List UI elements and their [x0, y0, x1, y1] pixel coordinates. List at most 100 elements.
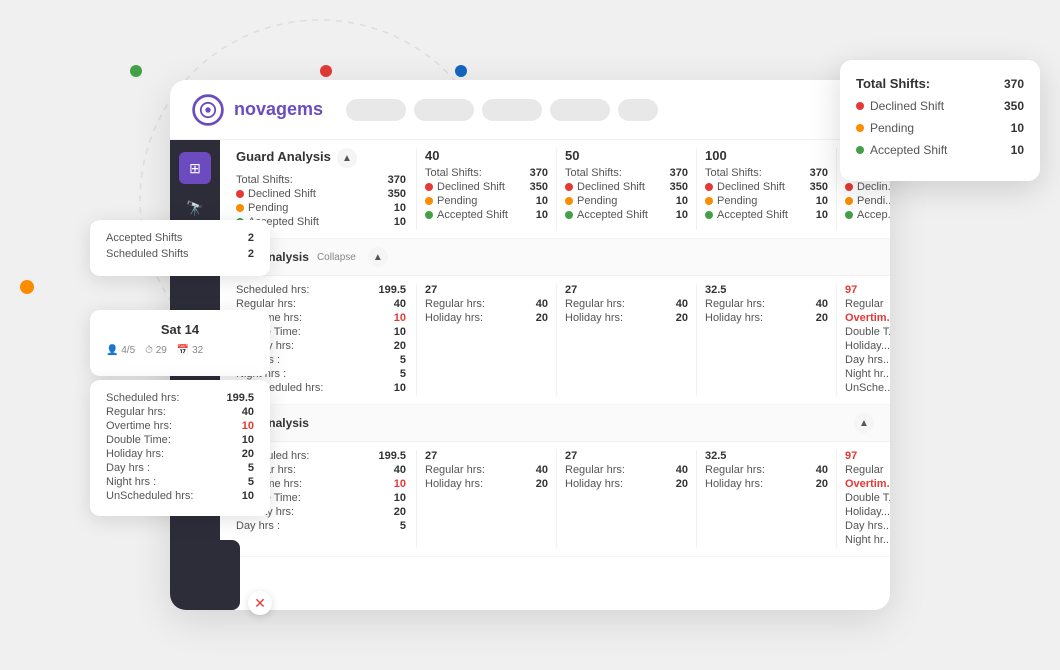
col4-accepted: Accep... — [845, 209, 890, 221]
legend-accepted-label: Accepted Shift — [856, 143, 947, 157]
top-navigation: novagems — [170, 80, 890, 140]
nav-pill-3[interactable] — [482, 99, 542, 121]
legend-pending-row: Pending 10 — [856, 121, 1024, 135]
dot-green-1 — [425, 211, 433, 219]
guard-declined-row: Declined Shift 350 — [236, 188, 406, 200]
guard-data-col-2: 50 Total Shifts: 370 Declined Shift 350 … — [556, 148, 696, 230]
pending-dot — [236, 204, 244, 212]
hours-row-1: Scheduled hrs: 199.5 Regular hrs: 40 Ove… — [220, 276, 890, 405]
hours-analysis-header-1: nes Analysis Collapse ▲ — [220, 239, 890, 276]
declined-label: Declined Shift — [236, 188, 316, 200]
hours-chevron-up-1[interactable]: ▲ — [368, 247, 388, 267]
legend-dot-red — [856, 102, 864, 110]
red-dot — [320, 65, 332, 77]
hd-double: Double Time: 10 — [106, 434, 254, 446]
sidebar-icon-grid[interactable]: ⊞ — [179, 152, 211, 184]
col4-pending: Pendi... — [845, 195, 890, 207]
legend-dot-orange — [856, 124, 864, 132]
guard-analysis-row: Guard Analysis ▲ Total Shifts: 370 Decli… — [220, 140, 890, 239]
declined-dot — [236, 190, 244, 198]
hours-data-col-2-2: 27 Regular hrs:40 Holiday hrs:20 — [556, 450, 696, 548]
hours-detail-card: Scheduled hrs: 199.5 Regular hrs: 40 Ove… — [90, 380, 270, 516]
sat-meta: 👤 4/5 ⏱ 29 📅 32 — [106, 345, 254, 356]
hours-row-2: Scheduled hrs: 199.5 Regular hrs: 40 Ove… — [220, 442, 890, 557]
hd-overtime: Overtime hrs: 10 — [106, 420, 254, 432]
col3-accepted: Accepted Shift 10 — [705, 209, 828, 221]
dot-red-1 — [425, 183, 433, 191]
hd-holiday: Holiday hrs: 20 — [106, 448, 254, 460]
dot-green-4 — [845, 211, 853, 219]
info-accepted-value: 2 — [248, 232, 254, 244]
dot-red-2 — [565, 183, 573, 191]
legend-accepted-row: Accepted Shift 10 — [856, 143, 1024, 157]
legend-pending-label: Pending — [856, 121, 914, 135]
sat-meta-calendar: 📅 32 — [177, 345, 203, 356]
sat-card: Sat 14 👤 4/5 ⏱ 29 📅 32 — [90, 310, 270, 376]
guard-analysis-chevron-up[interactable]: ▲ — [337, 148, 357, 168]
hours-chevron-up-2[interactable]: ▲ — [854, 413, 874, 433]
guard-col-label: Guard Analysis ▲ Total Shifts: 370 Decli… — [236, 148, 416, 230]
hd-night: Night hrs : 5 — [106, 476, 254, 488]
nav-pill-4[interactable] — [550, 99, 610, 121]
total-shifts-label: Total Shifts: — [236, 174, 293, 186]
legend-dot-green — [856, 146, 864, 154]
col-num-2: 50 — [565, 148, 688, 163]
pending-value: 10 — [394, 202, 406, 214]
hours-data-col-2-4: 97 Regular Overtim... Double T... Holida… — [836, 450, 890, 548]
hr-regular: Regular hrs: 40 — [236, 298, 406, 310]
info-scheduled-row: Scheduled Shifts 2 — [106, 248, 254, 260]
guard-data-col-3: 100 Total Shifts: 370 Declined Shift 350… — [696, 148, 836, 230]
total-shifts-value: 370 — [388, 174, 406, 186]
dot-orange-2 — [565, 197, 573, 205]
nav-pill-1[interactable] — [346, 99, 406, 121]
close-button[interactable]: ✕ — [248, 591, 272, 615]
hd-unscheduled: UnScheduled hrs: 10 — [106, 490, 254, 502]
guard-analysis-title: Guard Analysis — [236, 149, 331, 164]
col2-accepted: Accepted Shift 10 — [565, 209, 688, 221]
nav-pill-5[interactable] — [618, 99, 658, 121]
legend-title: Total Shifts: — [856, 76, 930, 91]
dot-green-2 — [565, 211, 573, 219]
accepted-value: 10 — [394, 216, 406, 228]
hd-regular: Regular hrs: 40 — [106, 406, 254, 418]
sat-meta-time: ⏱ 29 — [145, 345, 167, 356]
hours-analysis-header-2: nes Analysis ▲ — [220, 405, 890, 442]
hr-scheduled: Scheduled hrs: 199.5 — [236, 284, 406, 296]
col3-declined: Declined Shift 350 — [705, 181, 828, 193]
info-accepted-row: Accepted Shifts 2 — [106, 232, 254, 244]
legend-card: Total Shifts: 370 Declined Shift 350 Pen… — [840, 60, 1040, 181]
nav-pill-2[interactable] — [414, 99, 474, 121]
hours-data-col-1: 27 Regular hrs:40 Holiday hrs:20 — [416, 284, 556, 396]
col1-accepted: Accepted Shift 10 — [425, 209, 548, 221]
declined-value: 350 — [388, 188, 406, 200]
dot-orange-4 — [845, 197, 853, 205]
col4-declined: Declin... — [845, 181, 890, 193]
guard-data-col-1: 40 Total Shifts: 370 Declined Shift 350 … — [416, 148, 556, 230]
legend-total-row: Total Shifts: 370 — [856, 76, 1024, 91]
collapse-button[interactable]: Collapse — [317, 252, 356, 263]
guard-pending-row: Pending 10 — [236, 202, 406, 214]
legend-pending-value: 10 — [1011, 121, 1024, 135]
sat-meta-people: 👤 4/5 — [106, 345, 135, 356]
legend-declined-label: Declined Shift — [856, 99, 944, 113]
hd-scheduled: Scheduled hrs: 199.5 — [106, 392, 254, 404]
col3-total: Total Shifts: 370 — [705, 167, 828, 179]
main-dashboard: novagems ⊞ 🔭 Guard Analysis ▲ Total Shif… — [170, 80, 890, 610]
legend-declined-row: Declined Shift 350 — [856, 99, 1024, 113]
blue-dot — [455, 65, 467, 77]
hours-data-col-4: 97 Regular Overtim... Double T... Holida… — [836, 284, 890, 396]
pending-label: Pending — [236, 202, 288, 214]
hours-data-col-3: 32.5 Regular hrs:40 Holiday hrs:20 — [696, 284, 836, 396]
logo-area: novagems — [190, 92, 330, 128]
dot-red-4 — [845, 183, 853, 191]
col1-pending: Pending 10 — [425, 195, 548, 207]
dot-orange-1 — [425, 197, 433, 205]
col2-pending: Pending 10 — [565, 195, 688, 207]
col-num-3: 100 — [705, 148, 828, 163]
nav-pills — [346, 99, 870, 121]
hd-day: Day hrs : 5 — [106, 462, 254, 474]
orange-dot — [20, 280, 34, 294]
dot-red-3 — [705, 183, 713, 191]
info-accepted-label: Accepted Shifts — [106, 232, 182, 244]
hours-data-col-2-1: 27 Regular hrs:40 Holiday hrs:20 — [416, 450, 556, 548]
